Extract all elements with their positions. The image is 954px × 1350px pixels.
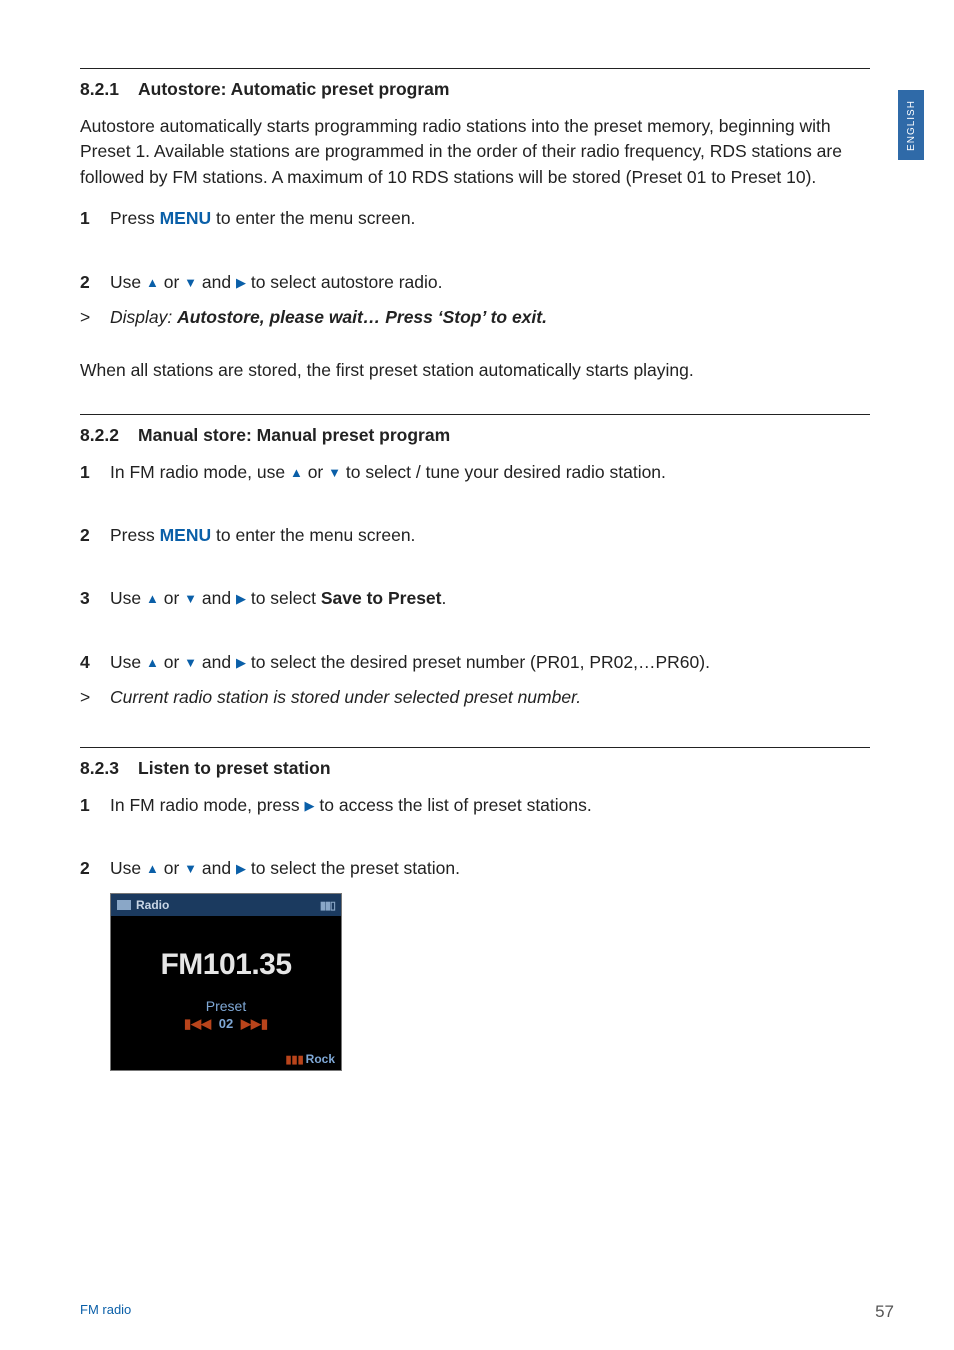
heading-text: Manual store: Manual preset program <box>138 425 450 445</box>
result-text: Current radio station is stored under se… <box>110 685 790 710</box>
device-header: Radio ▮▮▯ <box>111 894 341 916</box>
step-number: 2 <box>80 856 110 881</box>
device-footer: ▮▮▮Rock <box>285 1052 335 1068</box>
step-number: 1 <box>80 793 110 818</box>
heading-number: 8.2.1 <box>80 79 138 100</box>
result-marker: > <box>80 685 110 710</box>
intro-paragraph: Autostore automatically starts programmi… <box>80 114 870 190</box>
step-2: 2 Press MENU to enter the menu screen. <box>80 523 790 548</box>
up-arrow-icon: ▲ <box>146 860 159 879</box>
step-result: > Display: Autostore, please wait… Press… <box>80 305 790 330</box>
language-tab: ENGLISH <box>898 90 924 160</box>
heading-821: 8.2.1Autostore: Automatic preset program <box>80 79 790 100</box>
equalizer-icon: ▮▮▮ <box>285 1054 303 1066</box>
heading-text: Listen to preset station <box>138 758 331 778</box>
step-text: Use ▲ or ▼ and ▶ to select autostore rad… <box>110 270 790 295</box>
menu-keyword: MENU <box>160 525 212 545</box>
step-text: Press MENU to enter the menu screen. <box>110 206 790 231</box>
step-text: In FM radio mode, press ▶ to access the … <box>110 793 790 818</box>
prev-track-icon: ▮◀◀ <box>184 1016 211 1031</box>
right-arrow-icon: ▶ <box>236 590 246 609</box>
right-arrow-icon: ▶ <box>305 797 315 816</box>
step-text: Use ▲ or ▼ and ▶ to select the desired p… <box>110 650 790 675</box>
device-mode-label: Radio <box>136 898 169 912</box>
heading-text: Autostore: Automatic preset program <box>138 79 449 99</box>
step-number: 1 <box>80 460 110 485</box>
footer-section: FM radio <box>80 1302 131 1322</box>
device-preset-row: ▮◀◀ 02 ▶▶▮ <box>111 1016 341 1032</box>
down-arrow-icon: ▼ <box>184 590 197 609</box>
heading-number: 8.2.2 <box>80 425 138 446</box>
device-preset-number: 02 <box>219 1016 233 1031</box>
step-number: 3 <box>80 586 110 611</box>
down-arrow-icon: ▼ <box>328 464 341 483</box>
step-text: In FM radio mode, use ▲ or ▼ to select /… <box>110 460 790 485</box>
after-paragraph: When all stations are stored, the first … <box>80 358 870 383</box>
page-content: 8.2.1Autostore: Automatic preset program… <box>0 0 870 1111</box>
up-arrow-icon: ▲ <box>290 464 303 483</box>
up-arrow-icon: ▲ <box>146 590 159 609</box>
divider <box>80 747 870 748</box>
result-marker: > <box>80 305 110 330</box>
step-number: 4 <box>80 650 110 675</box>
device-screenshot: Radio ▮▮▯ FM101.35 Preset ▮◀◀ 02 ▶▶▮ ▮▮▮… <box>110 893 342 1071</box>
result-text: Display: Autostore, please wait… Press ‘… <box>110 305 790 330</box>
right-arrow-icon: ▶ <box>236 860 246 879</box>
step-number: 2 <box>80 270 110 295</box>
step-2: 2 Use ▲ or ▼ and ▶ to select autostore r… <box>80 270 790 295</box>
down-arrow-icon: ▼ <box>184 654 197 673</box>
step-number: 1 <box>80 206 110 231</box>
radio-icon <box>117 900 131 910</box>
step-number: 2 <box>80 523 110 548</box>
down-arrow-icon: ▼ <box>184 860 197 879</box>
right-arrow-icon: ▶ <box>236 654 246 673</box>
menu-keyword: MENU <box>160 208 212 228</box>
heading-number: 8.2.3 <box>80 758 138 779</box>
device-frequency: FM101.35 <box>111 948 341 982</box>
heading-822: 8.2.2Manual store: Manual preset program <box>80 425 790 446</box>
divider <box>80 68 870 69</box>
step-3: 3 Use ▲ or ▼ and ▶ to select Save to Pre… <box>80 586 790 611</box>
down-arrow-icon: ▼ <box>184 274 197 293</box>
right-arrow-icon: ▶ <box>236 274 246 293</box>
footer-page-number: 57 <box>875 1302 894 1322</box>
step-text: Use ▲ or ▼ and ▶ to select the preset st… <box>110 856 790 881</box>
step-1: 1 In FM radio mode, press ▶ to access th… <box>80 793 790 818</box>
step-result: > Current radio station is stored under … <box>80 685 790 710</box>
next-track-icon: ▶▶▮ <box>241 1016 268 1031</box>
step-4: 4 Use ▲ or ▼ and ▶ to select the desired… <box>80 650 790 675</box>
step-1: 1 Press MENU to enter the menu screen. <box>80 206 790 231</box>
device-genre: Rock <box>306 1052 335 1066</box>
page-footer: FM radio 57 <box>80 1302 894 1322</box>
step-text: Press MENU to enter the menu screen. <box>110 523 790 548</box>
language-tab-label: ENGLISH <box>906 100 917 151</box>
up-arrow-icon: ▲ <box>146 654 159 673</box>
signal-icon: ▮▮▯ <box>320 899 335 912</box>
step-2: 2 Use ▲ or ▼ and ▶ to select the preset … <box>80 856 790 881</box>
divider <box>80 414 870 415</box>
device-preset-label: Preset <box>111 998 341 1014</box>
heading-823: 8.2.3Listen to preset station <box>80 758 790 779</box>
step-1: 1 In FM radio mode, use ▲ or ▼ to select… <box>80 460 790 485</box>
up-arrow-icon: ▲ <box>146 274 159 293</box>
step-text: Use ▲ or ▼ and ▶ to select Save to Prese… <box>110 586 790 611</box>
